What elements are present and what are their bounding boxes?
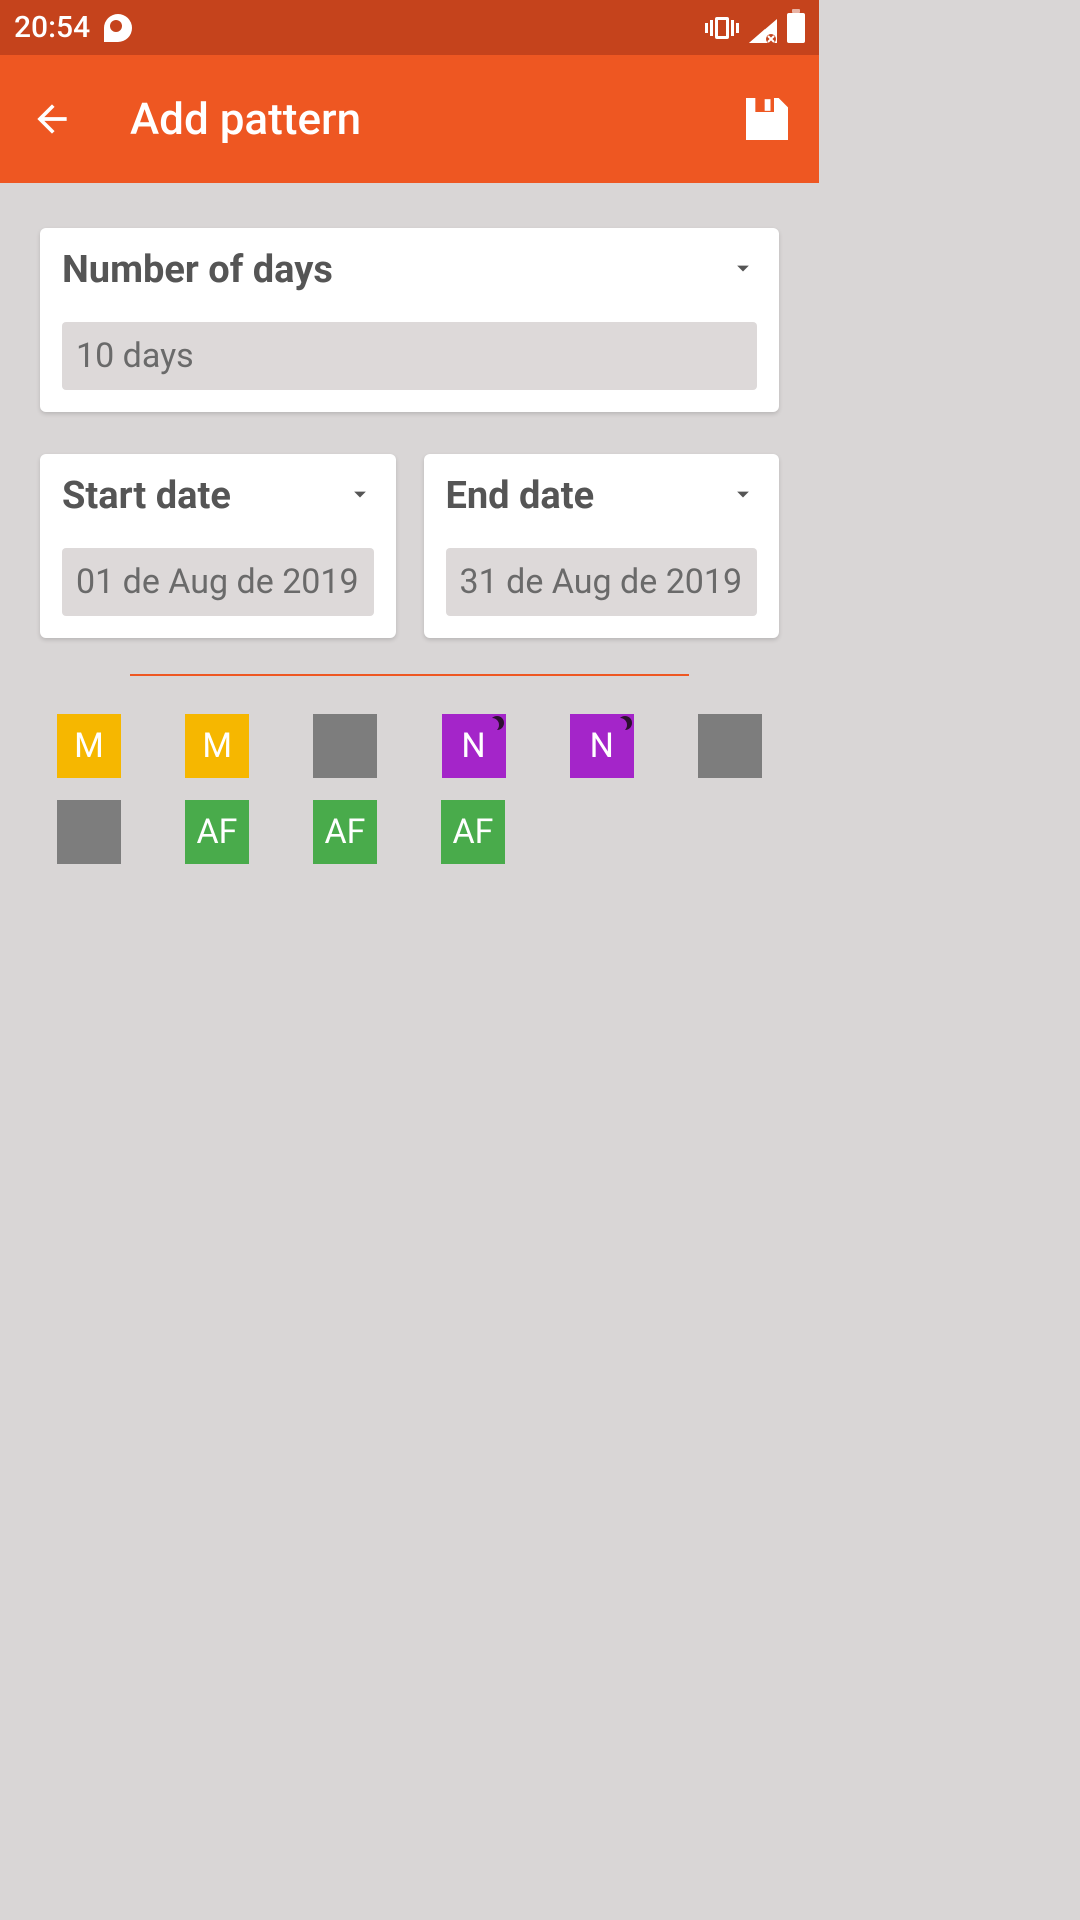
pattern-cell[interactable]	[57, 800, 121, 864]
number-of-days-label: Number of days	[62, 248, 333, 292]
status-bar: 20:54	[0, 0, 819, 55]
pattern-cell[interactable]	[698, 714, 762, 778]
save-icon	[739, 91, 795, 147]
pattern-row-1: MM NN	[57, 714, 762, 778]
number-of-days-value[interactable]: 10 days	[62, 322, 757, 390]
start-date-label: Start date	[62, 474, 231, 518]
card-header: Start date	[62, 474, 374, 518]
back-button[interactable]	[22, 89, 82, 149]
pattern-cell[interactable]	[313, 714, 377, 778]
app-bar: Add pattern	[0, 55, 819, 183]
date-row: Start date 01 de Aug de 2019 End date 31…	[40, 454, 779, 638]
card-header: End date	[446, 474, 758, 518]
pattern-cell[interactable]: N	[570, 714, 634, 778]
number-of-days-card[interactable]: Number of days 10 days	[40, 228, 779, 412]
status-right	[705, 13, 805, 43]
pattern-row-2: AF AF AF	[57, 800, 762, 864]
end-date-label: End date	[446, 474, 595, 518]
status-left: 20:54	[14, 10, 132, 45]
card-header: Number of days	[62, 248, 757, 292]
pattern-grid: MM NN AF AF AF	[40, 714, 779, 864]
signal-icon	[749, 16, 777, 40]
chevron-down-icon[interactable]	[729, 254, 757, 286]
save-button[interactable]	[737, 89, 797, 149]
divider	[130, 674, 689, 676]
vibrate-icon	[705, 17, 739, 39]
start-date-card[interactable]: Start date 01 de Aug de 2019	[40, 454, 396, 638]
start-date-value[interactable]: 01 de Aug de 2019	[62, 548, 374, 616]
battery-icon	[787, 13, 805, 43]
chevron-down-icon[interactable]	[346, 480, 374, 512]
pattern-cell[interactable]: N	[442, 714, 506, 778]
pattern-cell[interactable]: M	[185, 714, 249, 778]
pattern-cell[interactable]: AF	[441, 800, 505, 864]
arrow-left-icon	[30, 97, 74, 141]
end-date-value[interactable]: 31 de Aug de 2019	[446, 548, 758, 616]
chevron-down-icon[interactable]	[729, 480, 757, 512]
content: Number of days 10 days Start date 01 de …	[0, 183, 819, 864]
pattern-cell[interactable]: M	[57, 714, 121, 778]
pattern-cell[interactable]: AF	[313, 800, 377, 864]
pattern-cell[interactable]: AF	[185, 800, 249, 864]
status-time: 20:54	[14, 10, 90, 45]
page-title: Add pattern	[130, 93, 361, 145]
end-date-card[interactable]: End date 31 de Aug de 2019	[424, 454, 780, 638]
app-notification-icon	[104, 14, 132, 42]
